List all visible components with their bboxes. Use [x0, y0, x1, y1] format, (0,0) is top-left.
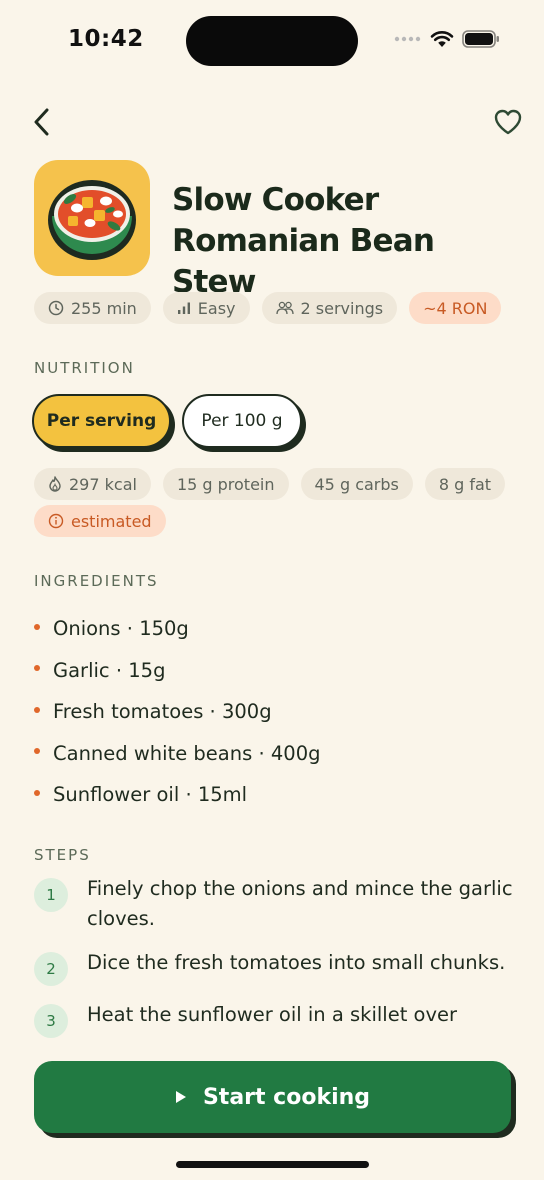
nutrition-toggle: Per serving Per 100 g — [32, 394, 302, 448]
per-100g-toggle[interactable]: Per 100 g — [182, 394, 302, 448]
meta-chips: 255 min Easy 2 servings ~4 RON — [34, 292, 502, 324]
ingredient-qty: 15ml — [197, 783, 248, 807]
carbs-chip: 45 g carbs — [300, 468, 413, 500]
ingredient-item: Canned white beans · 400g — [34, 733, 320, 775]
ingredient-name: Sunflower oil — [53, 783, 180, 807]
servings-value: 2 servings — [300, 298, 384, 318]
recipe-title: Slow Cooker Romanian Bean Stew — [172, 180, 522, 303]
info-icon — [48, 513, 64, 529]
difficulty-chip: Easy — [162, 292, 250, 324]
recipe-image — [34, 160, 150, 276]
chevron-left-icon — [34, 108, 49, 136]
kcal-value: 297 kcal — [69, 474, 137, 494]
fat-chip: 8 g fat — [424, 468, 506, 500]
title-line-1: Slow Cooker — [172, 182, 379, 218]
ingredient-item: Fresh tomatoes · 300g — [34, 691, 320, 733]
nav-bar — [0, 100, 544, 144]
recipe-header: Slow Cooker Romanian Bean Stew — [34, 160, 514, 300]
step-item: 2 Dice the fresh tomatoes into small chu… — [34, 948, 514, 986]
ingredient-qty: 15g — [128, 658, 166, 682]
steps-list: 1 Finely chop the onions and mince the g… — [34, 874, 514, 1044]
servings-chip: 2 servings — [261, 292, 398, 324]
dynamic-island — [186, 16, 358, 66]
price-value: ~4 RON — [423, 298, 488, 318]
status-time: 10:42 — [68, 26, 144, 52]
battery-icon — [462, 30, 499, 48]
ingredient-name: Fresh tomatoes — [53, 700, 204, 724]
nutrition-heading: NUTRITION — [34, 359, 135, 377]
time-chip: 255 min — [34, 292, 151, 324]
ingredients-list: Onions · 150g Garlic · 15g Fresh tomatoe… — [34, 608, 320, 816]
ingredient-item: Onions · 150g — [34, 608, 320, 650]
flame-icon — [49, 476, 61, 492]
signal-dots-icon — [394, 36, 421, 42]
bullet-icon — [34, 665, 40, 672]
price-chip: ~4 RON — [409, 292, 502, 324]
kcal-chip: 297 kcal — [34, 468, 151, 500]
clock-icon — [48, 300, 64, 316]
fat-value: 8 g fat — [438, 474, 492, 494]
wifi-icon — [430, 30, 454, 47]
step-text: Finely chop the onions and mince the gar… — [87, 877, 513, 930]
bullet-icon — [34, 748, 40, 755]
heart-outline-icon — [494, 109, 522, 135]
people-icon — [275, 301, 294, 315]
ingredient-separator: · — [179, 783, 198, 807]
ingredient-item: Sunflower oil · 15ml — [34, 774, 320, 816]
home-indicator[interactable] — [176, 1161, 369, 1168]
play-icon — [175, 1091, 186, 1103]
steps-heading: STEPS — [34, 846, 91, 864]
estimated-label: estimated — [71, 511, 152, 531]
per-serving-toggle[interactable]: Per serving — [32, 394, 171, 448]
ingredient-separator: · — [120, 617, 140, 641]
ingredient-qty: 300g — [221, 700, 272, 724]
step-text: Dice the fresh tomatoes into small chunk… — [87, 951, 506, 974]
protein-chip: 15 g protein — [162, 468, 289, 500]
title-line-2: Romanian Bean Stew — [172, 223, 435, 300]
stew-bowl-icon — [48, 180, 136, 260]
favorite-button[interactable] — [488, 102, 528, 142]
step-number: 1 — [34, 878, 68, 912]
protein-value: 15 g protein — [176, 474, 275, 494]
time-value: 255 min — [71, 298, 137, 318]
start-cooking-label: Start cooking — [202, 1084, 371, 1110]
ingredient-separator: · — [109, 658, 129, 682]
step-number: 3 — [34, 1004, 68, 1038]
bullet-icon — [34, 706, 40, 713]
ingredient-qty: 150g — [139, 617, 189, 641]
bar-chart-icon — [177, 302, 190, 314]
nutrition-chips: 297 kcal 15 g protein 45 g carbs 8 g fat — [34, 468, 506, 500]
status-icons — [394, 30, 500, 48]
status-bar: 10:42 — [0, 0, 544, 80]
ingredient-name: Onions — [53, 617, 121, 641]
back-button[interactable] — [24, 102, 60, 142]
step-text: Heat the sunflower oil in a skillet over — [87, 1003, 458, 1026]
ingredient-separator: · — [252, 741, 271, 765]
step-item: 3 Heat the sunflower oil in a skillet ov… — [34, 1000, 514, 1038]
ingredient-name: Garlic — [53, 658, 110, 682]
step-item: 1 Finely chop the onions and mince the g… — [34, 874, 514, 934]
ingredient-item: Garlic · 15g — [34, 650, 320, 692]
step-number: 2 — [34, 952, 68, 986]
ingredients-heading: INGREDIENTS — [34, 572, 159, 590]
carbs-value: 45 g carbs — [314, 474, 399, 494]
estimated-badge: estimated — [34, 505, 166, 537]
ingredient-separator: · — [203, 700, 222, 724]
ingredient-name: Canned white beans — [53, 741, 253, 765]
start-cooking-button[interactable]: Start cooking — [34, 1061, 511, 1133]
estimated-row: estimated — [34, 505, 166, 537]
bullet-icon — [34, 789, 40, 796]
difficulty-value: Easy — [197, 298, 236, 318]
ingredient-qty: 400g — [270, 741, 321, 765]
bullet-icon — [34, 623, 40, 630]
